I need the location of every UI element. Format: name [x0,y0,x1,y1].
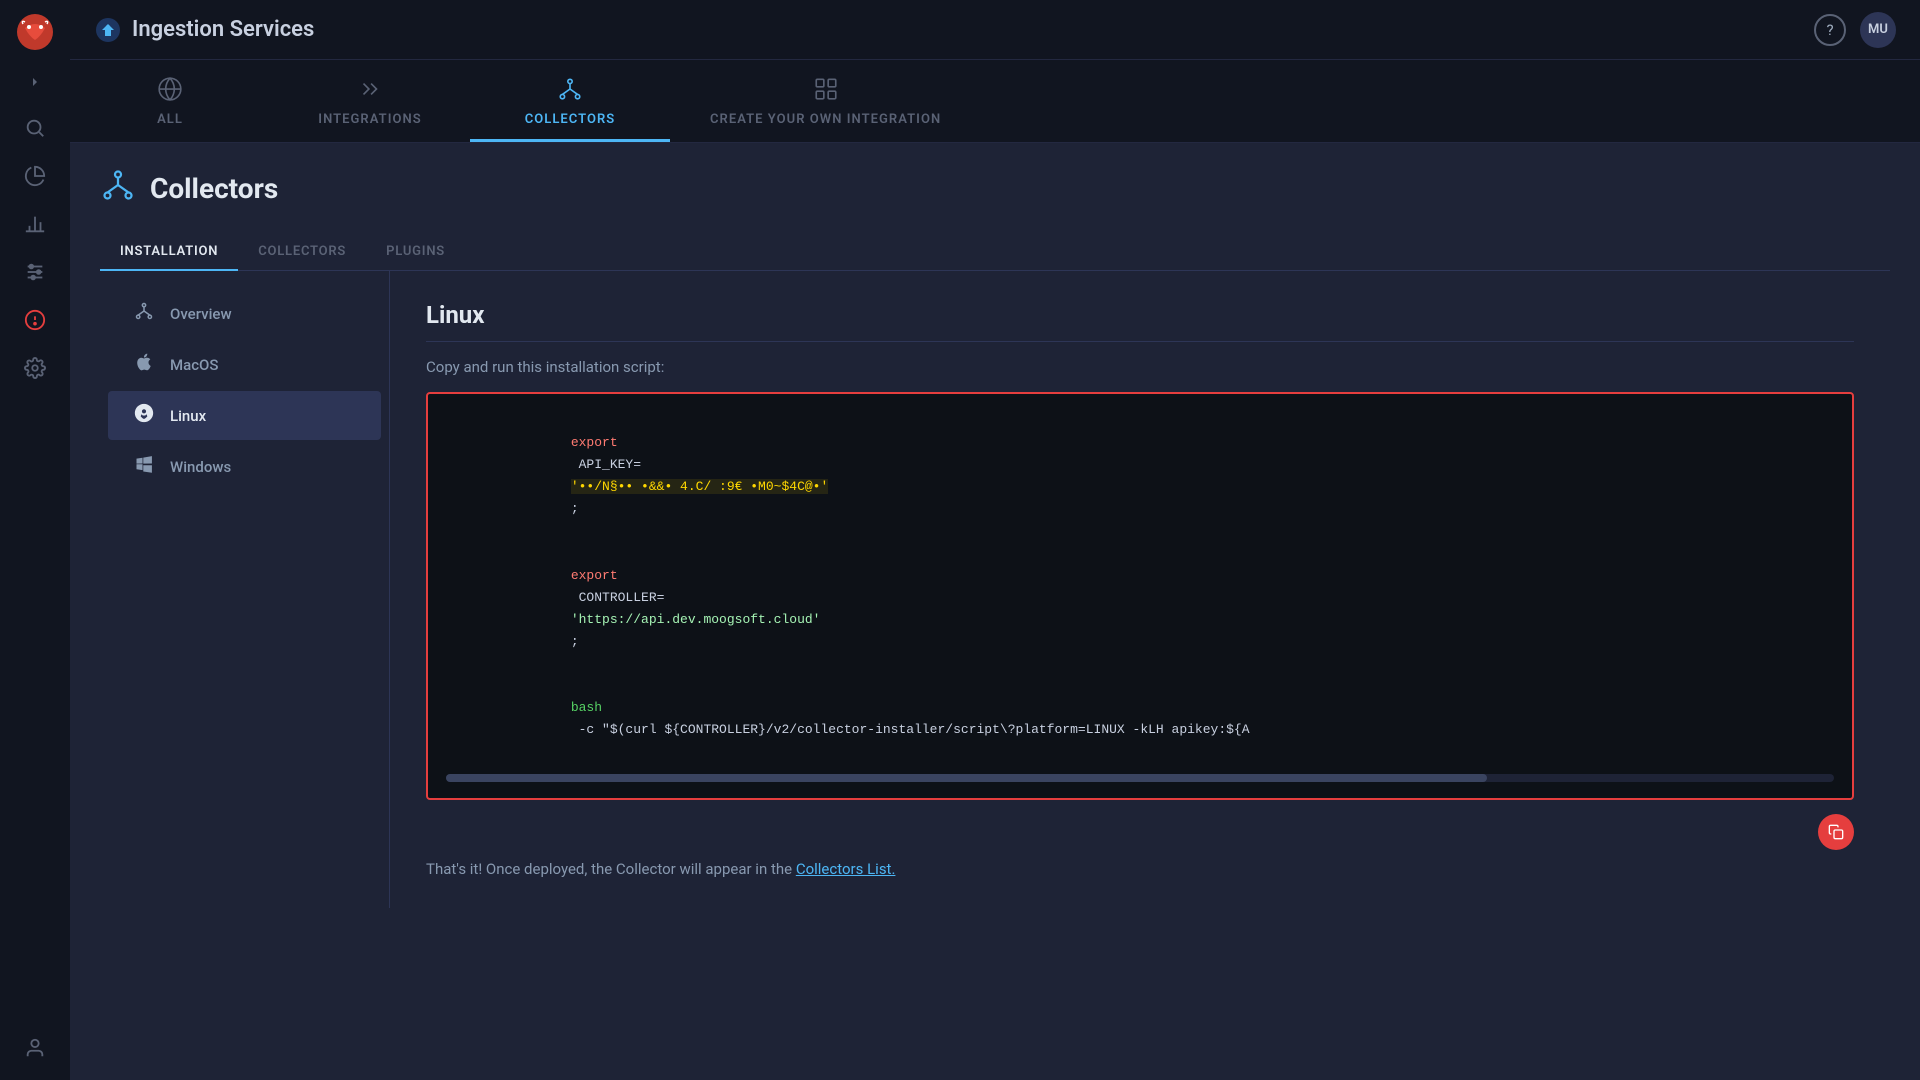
app-title: Ingestion Services [94,16,314,44]
overview-icon [132,301,156,326]
tab-navigation: ALL INTEGRATIONS [70,60,1920,143]
left-panel: Overview MacOS [100,271,390,908]
copy-button[interactable] [1818,814,1854,850]
code-line-2: export CONTROLLER= 'https://api.dev.moog… [446,543,1834,676]
linux-icon [132,403,156,428]
tab-all-label: ALL [157,112,183,127]
sidebar-alert-icon[interactable] [13,298,57,342]
collectors-icon [557,76,583,106]
topbar: Ingestion Services ? MU [70,0,1920,60]
tab-create-label: CREATE YOUR OWN INTEGRATION [710,112,941,127]
code-block: export API_KEY= '••/N§•• •&&• 4.C/ :9€ •… [426,392,1854,800]
code-scrollbar-thumb[interactable] [446,774,1487,782]
linux-label: Linux [170,407,206,425]
footer-text: That's it! Once deployed, the Collector … [426,860,1854,878]
sidebar-bottom [13,1026,57,1070]
main-area: Ingestion Services ? MU ALL [70,0,1920,1080]
all-icon [157,76,183,106]
tab-integrations-label: INTEGRATIONS [318,112,421,127]
macos-label: MacOS [170,356,218,374]
topbar-right: ? MU [1814,12,1896,48]
integrations-icon [357,76,383,106]
sidebar-sliders-icon[interactable] [13,250,57,294]
tab-all[interactable]: ALL [70,60,270,142]
inner-content: Collectors INSTALLATION COLLECTORS PLUGI… [70,143,1920,1080]
sub-tabs: INSTALLATION COLLECTORS PLUGINS [100,234,1890,271]
sidebar-analytics-icon[interactable] [13,154,57,198]
tab-collectors-label: COLLECTORS [525,112,616,127]
nav-overview[interactable]: Overview [108,289,381,338]
nav-windows[interactable]: Windows [108,442,381,491]
content-area: Collectors INSTALLATION COLLECTORS PLUGI… [70,143,1920,1080]
section-title: Linux [426,301,1854,342]
macos-icon [132,352,156,377]
sidebar-search-icon[interactable] [13,106,57,150]
tab-collectors[interactable]: COLLECTORS [470,60,670,142]
sidebar-settings-icon[interactable] [13,346,57,390]
sub-tab-collectors[interactable]: COLLECTORS [238,234,366,271]
sub-tab-plugins[interactable]: PLUGINS [366,234,465,271]
page-header: Collectors [100,167,1890,210]
body-layout: Overview MacOS [100,271,1890,908]
tab-create[interactable]: CREATE YOUR OWN INTEGRATION [670,60,981,142]
code-line-3: bash -c "$(curl ${CONTROLLER}/v2/collect… [446,675,1834,763]
help-button[interactable]: ? [1814,14,1846,46]
sidebar-user-icon[interactable] [13,1026,57,1070]
sub-tab-installation[interactable]: INSTALLATION [100,234,238,271]
sidebar [0,0,70,1080]
sidebar-logo[interactable] [13,10,57,54]
windows-icon [132,454,156,479]
sidebar-expand-button[interactable] [13,66,57,98]
sidebar-chart-icon[interactable] [13,202,57,246]
nav-linux[interactable]: Linux [108,391,381,440]
collectors-list-link[interactable]: Collectors List. [796,860,896,878]
right-panel: Linux Copy and run this installation scr… [390,271,1890,908]
nav-macos[interactable]: MacOS [108,340,381,389]
code-line-1: export API_KEY= '••/N§•• •&&• 4.C/ :9€ •… [446,410,1834,543]
overview-label: Overview [170,305,232,323]
create-icon [813,76,839,106]
install-description: Copy and run this installation script: [426,358,1854,376]
tab-integrations[interactable]: INTEGRATIONS [270,60,470,142]
windows-label: Windows [170,458,231,476]
page-title: Collectors [150,172,278,205]
page-header-icon [100,167,136,210]
user-avatar[interactable]: MU [1860,12,1896,48]
